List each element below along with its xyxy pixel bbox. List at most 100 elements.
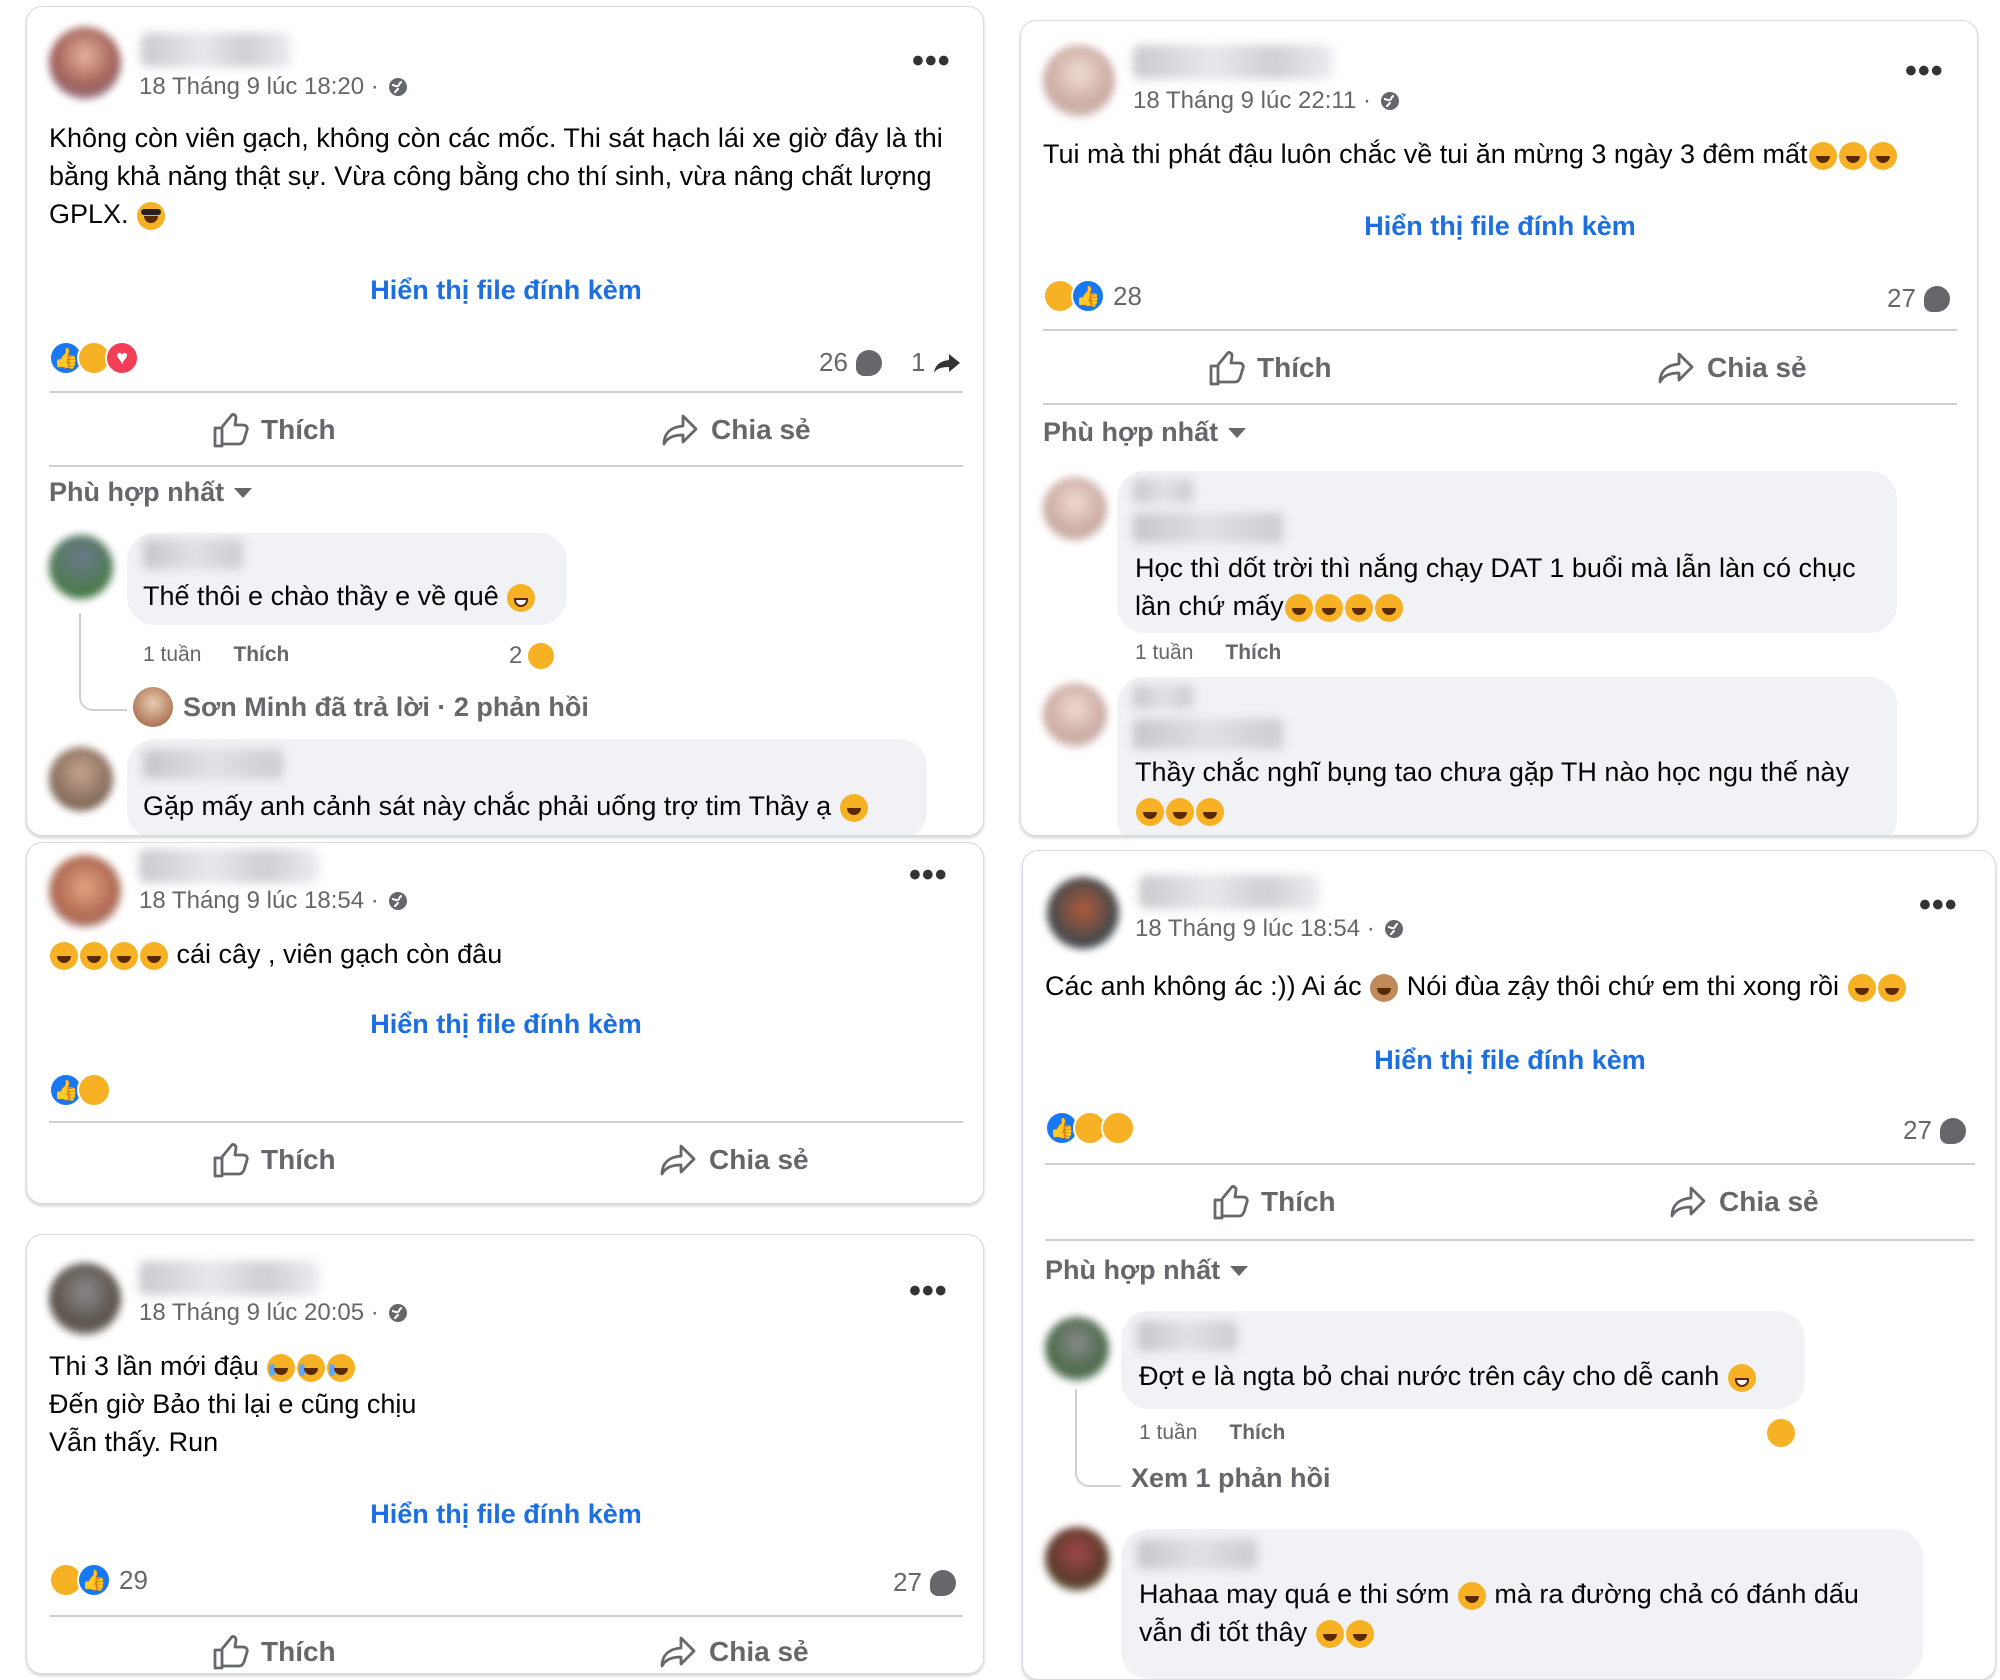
author-avatar[interactable] xyxy=(49,1263,121,1335)
view-replies-link[interactable]: Xem 1 phản hồi xyxy=(1131,1463,1331,1494)
share-button[interactable]: Chia sẻ xyxy=(661,411,811,449)
more-options-icon[interactable]: ••• xyxy=(909,858,948,892)
comment-count[interactable]: 27 xyxy=(1903,1115,1966,1146)
comment-sort-dropdown[interactable]: Phù hợp nhất xyxy=(1045,1255,1249,1286)
author-name[interactable] xyxy=(1133,45,1333,79)
commenter-avatar[interactable] xyxy=(49,535,113,599)
commenter-name[interactable] xyxy=(1133,719,1283,749)
globe-icon xyxy=(388,892,407,910)
post-timestamp[interactable]: 18 Tháng 9 lúc 18:20 · xyxy=(139,73,409,101)
comment-sort-dropdown[interactable]: Phù hợp nhất xyxy=(49,477,253,508)
commenter-name[interactable] xyxy=(143,539,243,569)
rofl-emoji-icon xyxy=(1457,1581,1486,1610)
more-options-icon[interactable]: ••• xyxy=(1905,54,1944,88)
rofl-emoji-icon xyxy=(1847,973,1876,1002)
haha-reaction-icon xyxy=(77,1073,111,1107)
thumbs-up-icon xyxy=(213,413,249,448)
thumbs-up-icon xyxy=(1209,351,1245,386)
comment-icon xyxy=(1939,1117,1966,1144)
sad-reaction-icon xyxy=(1101,1111,1135,1145)
comment-text: Thầy chắc nghĩ bụng tao chưa gặp TH nào … xyxy=(1135,753,1895,829)
haha-reaction-icon xyxy=(526,641,557,671)
commenter-name[interactable] xyxy=(1133,513,1283,543)
comment-reaction[interactable]: 2 xyxy=(509,641,557,671)
author-avatar[interactable] xyxy=(1043,45,1115,117)
comment-meta: 1 tuần Thích xyxy=(143,643,290,666)
divider xyxy=(49,1121,963,1123)
like-reaction-icon: 👍 xyxy=(77,1563,111,1597)
comment-count[interactable]: 27 xyxy=(893,1567,956,1598)
reaction-summary[interactable]: 👍 ♥ xyxy=(49,341,139,375)
author-name[interactable] xyxy=(1139,875,1319,909)
haha-reaction-icon[interactable] xyxy=(1765,1417,1797,1449)
share-arrow-icon xyxy=(1658,352,1694,384)
view-replies-link[interactable]: Sơn Minh đã trả lời · 2 phản hồi xyxy=(133,687,589,727)
commenter-name[interactable] xyxy=(1137,1321,1237,1351)
commenter-name[interactable] xyxy=(1137,1539,1257,1569)
author-name[interactable] xyxy=(141,33,291,67)
author-name[interactable] xyxy=(139,1261,319,1295)
divider xyxy=(1045,1239,1975,1241)
more-options-icon[interactable]: ••• xyxy=(909,1274,948,1308)
share-button[interactable]: Chia sẻ xyxy=(659,1141,809,1179)
crying-emoji-icon xyxy=(327,1353,356,1382)
post-text: Các anh không ác :)) Ai ác Nói đùa zậy t… xyxy=(1045,967,1975,1005)
rofl-emoji-icon xyxy=(1315,1619,1344,1648)
author-name[interactable] xyxy=(139,849,319,883)
more-options-icon[interactable]: ••• xyxy=(912,44,951,78)
post-card-1: 18 Tháng 9 lúc 18:20 · ••• Không còn viê… xyxy=(26,6,984,836)
reaction-summary[interactable]: 👍 xyxy=(1045,1111,1135,1145)
more-options-icon[interactable]: ••• xyxy=(1919,888,1958,922)
rofl-emoji-icon xyxy=(1877,973,1906,1002)
share-count[interactable]: 1 xyxy=(911,347,961,378)
show-attachment-link[interactable]: Hiển thị file đính kèm xyxy=(27,275,983,306)
love-reaction-icon: ♥ xyxy=(105,341,139,375)
post-timestamp[interactable]: 18 Tháng 9 lúc 22:11 · xyxy=(1133,87,1401,115)
like-button[interactable]: Thích xyxy=(211,1633,336,1671)
show-attachment-link[interactable]: Hiển thị file đính kèm xyxy=(1023,1045,1995,1076)
share-arrow-icon xyxy=(660,1636,696,1668)
reaction-summary[interactable]: 👍 29 xyxy=(49,1563,148,1597)
like-reaction-icon: 👍 xyxy=(1071,279,1105,313)
rofl-emoji-icon xyxy=(1314,593,1343,622)
share-arrow-icon xyxy=(662,414,698,446)
show-attachment-link[interactable]: Hiển thị file đính kèm xyxy=(1021,211,1977,242)
post-timestamp[interactable]: 18 Tháng 9 lúc 18:54 · xyxy=(139,887,409,915)
comment-count[interactable]: 27 xyxy=(1887,283,1950,314)
reaction-summary[interactable]: 👍 xyxy=(49,1073,111,1107)
cool-emoji-icon xyxy=(137,201,166,230)
like-button[interactable]: Thích xyxy=(1207,349,1332,387)
commenter-name[interactable] xyxy=(1133,685,1193,709)
commenter-name[interactable] xyxy=(143,749,283,779)
share-button[interactable]: Chia sẻ xyxy=(659,1633,809,1671)
commenter-name[interactable] xyxy=(1133,479,1193,503)
post-timestamp[interactable]: 18 Tháng 9 lúc 20:05 · xyxy=(139,1299,409,1327)
share-arrow-icon xyxy=(1670,1186,1706,1218)
commenter-avatar[interactable] xyxy=(1043,683,1107,747)
commenter-avatar[interactable] xyxy=(1045,1317,1109,1381)
author-avatar[interactable] xyxy=(49,855,121,927)
post-timestamp[interactable]: 18 Tháng 9 lúc 18:54 · xyxy=(1135,915,1405,943)
like-button[interactable]: Thích xyxy=(211,1141,336,1179)
share-button[interactable]: Chia sẻ xyxy=(1657,349,1807,387)
show-attachment-link[interactable]: Hiển thị file đính kèm xyxy=(27,1499,983,1530)
commenter-avatar[interactable] xyxy=(1043,477,1107,541)
author-avatar[interactable] xyxy=(1047,877,1119,949)
caret-down-icon xyxy=(1230,1265,1249,1276)
comment-sort-dropdown[interactable]: Phù hợp nhất xyxy=(1043,417,1247,448)
show-attachment-link[interactable]: Hiển thị file đính kèm xyxy=(27,1009,983,1040)
author-avatar[interactable] xyxy=(49,27,121,99)
divider xyxy=(49,465,963,467)
rofl-emoji-icon xyxy=(1284,593,1313,622)
reaction-summary[interactable]: 👍 28 xyxy=(1043,279,1142,313)
post-card-5: 18 Tháng 9 lúc 20:05 · ••• Thi 3 lần mới… xyxy=(26,1234,984,1674)
comment-text: Gặp mấy anh cảnh sát này chắc phải uống … xyxy=(143,787,869,825)
share-button[interactable]: Chia sẻ xyxy=(1669,1183,1819,1221)
like-button[interactable]: Thích xyxy=(211,411,336,449)
divider xyxy=(1043,403,1957,405)
commenter-avatar[interactable] xyxy=(49,747,113,811)
comment-count[interactable]: 26 xyxy=(819,347,882,378)
rofl-emoji-icon xyxy=(1344,593,1373,622)
commenter-avatar[interactable] xyxy=(1045,1527,1109,1591)
like-button[interactable]: Thích xyxy=(1211,1183,1336,1221)
